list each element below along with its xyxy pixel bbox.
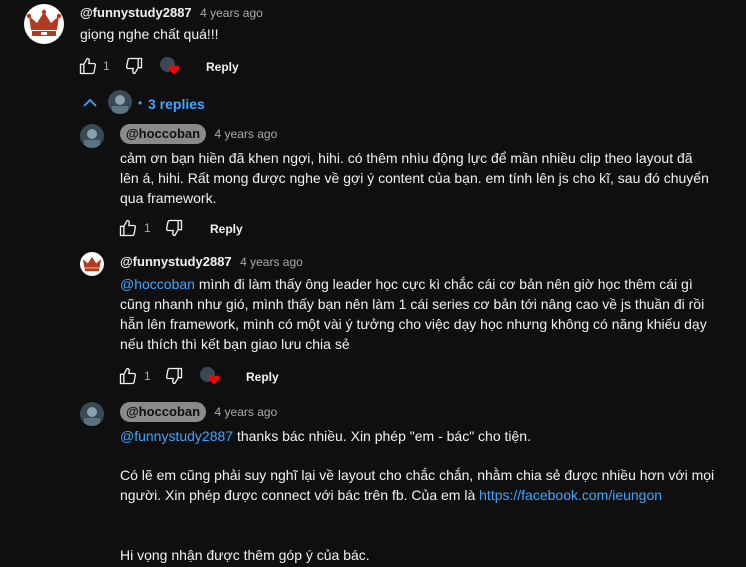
reply-button[interactable]: Reply <box>206 60 239 74</box>
reply-button[interactable]: Reply <box>246 370 279 384</box>
crown-icon <box>83 256 101 272</box>
like-count: 1 <box>103 59 110 73</box>
comment-author[interactable]: @hoccoban <box>120 402 207 422</box>
creator-heart <box>160 57 182 77</box>
like-icon[interactable] <box>118 366 138 386</box>
comment-text: @funnystudy2887 thanks bác nhiều. Xin ph… <box>120 426 720 446</box>
dislike-icon[interactable] <box>164 366 184 386</box>
crown-icon <box>26 9 62 36</box>
comment-author[interactable]: @funnystudy2887 <box>120 254 232 269</box>
comment-time[interactable]: 4 years ago <box>240 255 303 269</box>
like-count: 1 <box>144 369 151 383</box>
comment-text: giọng nghe chất quá!!! <box>80 26 219 42</box>
replies-toggle[interactable]: 3 replies <box>148 96 205 112</box>
comment-time[interactable]: 4 years ago <box>200 6 263 20</box>
like-icon[interactable] <box>78 56 98 76</box>
comment-time[interactable]: 4 years ago <box>215 127 278 141</box>
dislike-icon[interactable] <box>124 56 144 76</box>
reply-button[interactable]: Reply <box>210 222 243 236</box>
facebook-link[interactable]: https://facebook.com/ieungon <box>479 487 662 503</box>
comment-body: mình đi làm thấy ông leader học cực kì c… <box>120 276 707 352</box>
heart-icon <box>168 65 180 75</box>
avatar[interactable] <box>80 124 104 148</box>
comment-body-para3: Hi vọng nhận được thêm góp ý của bác. <box>120 547 370 563</box>
mention-link[interactable]: @funnystudy2887 <box>120 428 233 444</box>
comment-text: Có lẽ em cũng phải suy nghĩ lại về layou… <box>120 465 720 505</box>
comment-body-line1: thanks bác nhiều. Xin phép "em - bác" ch… <box>233 428 531 444</box>
like-count: 1 <box>144 221 151 235</box>
comment-text: @hoccoban mình đi làm thấy ông leader họ… <box>120 274 710 354</box>
dislike-icon[interactable] <box>164 218 184 238</box>
heart-icon <box>208 375 220 385</box>
comment-author[interactable]: @funnystudy2887 <box>80 5 192 20</box>
comment-time[interactable]: 4 years ago <box>215 405 278 419</box>
avatar[interactable] <box>80 402 104 426</box>
separator-dot: • <box>138 96 143 110</box>
like-icon[interactable] <box>118 218 138 238</box>
comment-text: cảm ơn bạn hiền đã khen ngợi, hihi. có t… <box>120 150 709 206</box>
chevron-up-icon[interactable] <box>82 96 98 110</box>
creator-heart <box>200 367 222 387</box>
avatar[interactable] <box>24 4 64 44</box>
avatar[interactable] <box>80 252 104 276</box>
mention-link[interactable]: @hoccoban <box>120 276 195 292</box>
comment-author[interactable]: @hoccoban <box>120 124 207 144</box>
creator-avatar <box>108 90 132 114</box>
